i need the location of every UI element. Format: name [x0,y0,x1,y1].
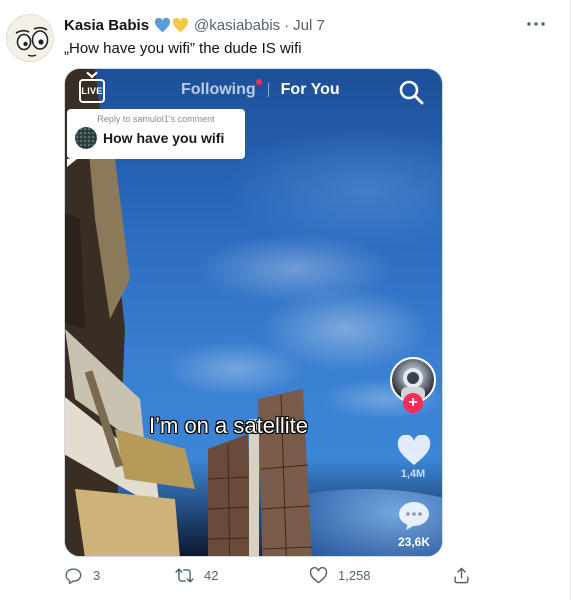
author-handle[interactable]: @kasiababis [194,17,280,34]
share-button[interactable] [452,566,471,585]
tab-for-you[interactable]: For You [281,81,340,99]
reply-count: 3 [93,568,101,583]
heart-like-icon[interactable] [397,435,431,467]
author-name[interactable]: Kasia Babis [64,17,149,34]
blue-heart-icon [155,18,171,33]
tweet-card[interactable]: Kasia Babis @kasiababis · Jul 7 „How hav… [0,0,571,600]
reply-header: Reply to samulol1's comment [97,114,215,124]
reply-comment-sticker: Reply to samulol1's comment How have you… [67,109,245,167]
video-likes-count: 1,4M [400,468,426,480]
tweet-text: „How have you wifi” the dude IS wifi [64,40,302,57]
reply-text: How have you wifi [103,130,225,146]
retweet-count: 42 [204,568,219,583]
header-separator: · [284,17,290,34]
tweet-actions: 3 42 1,258 [64,566,504,590]
commenter-avatar [75,127,97,149]
retweet-button[interactable]: 42 [175,566,218,585]
tweet-date[interactable]: Jul 7 [293,17,325,34]
more-icon[interactable] [524,12,548,36]
like-button[interactable]: 1,258 [309,566,371,585]
yellow-heart-icon [173,18,189,33]
tab-following[interactable]: Following [181,79,262,99]
like-count: 1,258 [338,568,371,583]
live-button[interactable]: LIVE [79,79,105,103]
video-caption: I’m on a satellite [149,413,308,438]
avatar-face-icon [7,15,53,61]
reply-icon [65,568,82,585]
comment-bubble-icon[interactable] [398,501,430,531]
retweet-icon [175,568,194,583]
share-icon [454,567,469,584]
tab-divider [267,83,269,97]
reply-button[interactable]: 3 [64,566,100,585]
more-horizontal-icon [527,22,545,26]
author-avatar[interactable] [6,14,54,62]
name-emoji [154,18,189,33]
follow-plus-button[interactable]: + [403,393,423,413]
notification-dot [255,79,262,85]
search-icon[interactable] [398,79,424,105]
like-heart-icon [309,566,328,584]
tab-following-label: Following [181,81,256,98]
feed-tabs: Following For You [181,79,340,99]
tweet-video[interactable]: LIVE Following For You Reply to samulol1… [64,68,443,557]
tweet-header: Kasia Babis @kasiababis · Jul 7 [64,17,325,34]
video-comments-count: 23,6K [397,535,431,549]
